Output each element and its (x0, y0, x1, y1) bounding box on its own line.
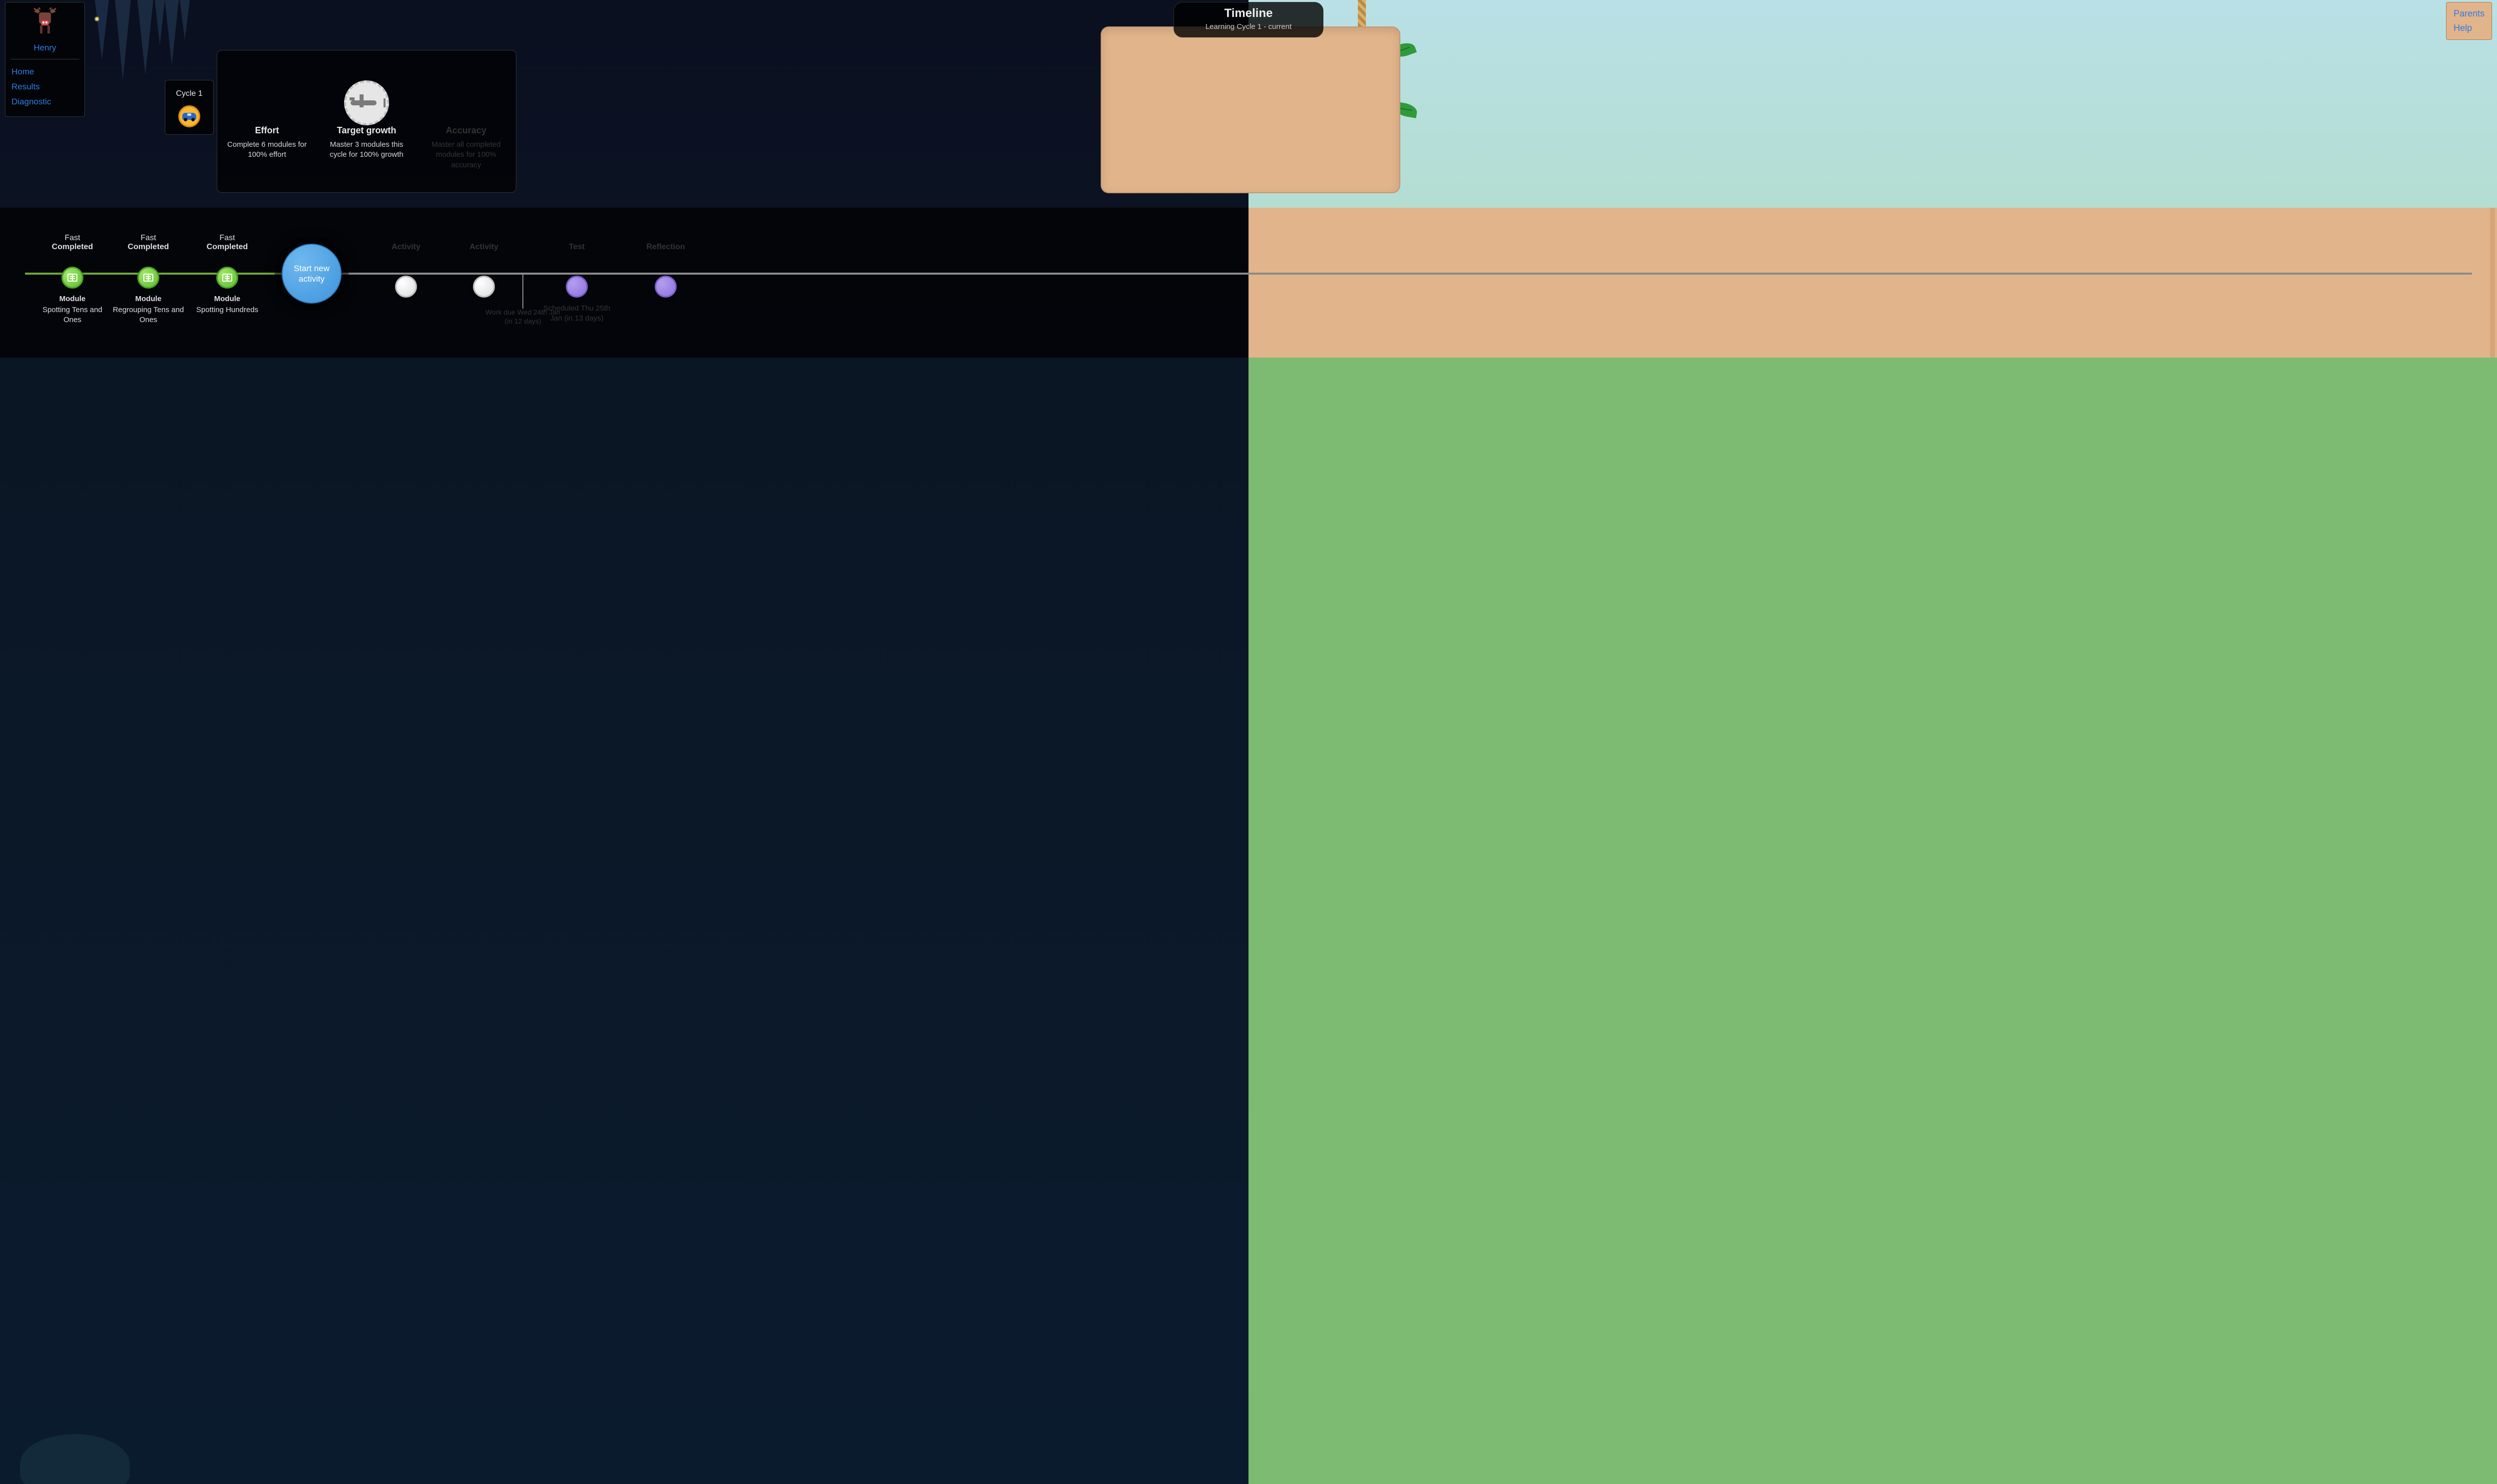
link-help[interactable]: Help (2454, 21, 2485, 35)
stalactite (180, 0, 190, 40)
goal-accuracy: Accuracy Master all completed modules fo… (416, 125, 516, 170)
book-icon (137, 267, 159, 289)
timeline-node-module-3[interactable]: FastCompleted Module Spotting Hundreds (190, 234, 265, 315)
scrollbar[interactable] (2490, 208, 2495, 358)
node-status-bold: Completed (190, 243, 265, 252)
stalactite (155, 0, 165, 45)
timeline-node-module-2[interactable]: FastCompleted Module Regrouping Tens and … (111, 234, 186, 325)
cycle-coin (178, 105, 200, 127)
node-type: Module (35, 295, 110, 303)
timeline-node-activity-1[interactable]: Activity (369, 243, 443, 298)
sidebar: Henry Home Results Diagnostic (5, 2, 85, 117)
node-type: Module (111, 295, 186, 303)
rope (1358, 0, 1366, 30)
node-status-bold: Completed (35, 243, 110, 252)
cycle-chip[interactable]: Cycle 1 (165, 80, 214, 135)
node-status: Fast (35, 234, 110, 243)
sparkle (95, 17, 99, 21)
goal-accuracy-title: Accuracy (423, 125, 509, 136)
node-title: Spotting Tens and Ones (35, 305, 110, 325)
book-icon (216, 267, 238, 289)
due-marker (522, 274, 523, 309)
goals-card: Effort Complete 6 modules for 100% effor… (217, 50, 516, 193)
goal-growth: Target growth Master 3 modules this cycl… (317, 125, 416, 170)
node-label: Activity (369, 243, 443, 252)
node-status: Fast (190, 234, 265, 243)
timeline-node-test[interactable]: Test Scheduled Thu 25th Jan (in 13 days) (539, 243, 614, 323)
timeline-node-reflection[interactable]: Reflection (628, 243, 703, 298)
node-title: Spotting Hundreds (190, 305, 265, 315)
rock (20, 1434, 130, 1484)
scroll-card (1101, 13, 1400, 193)
target-icon (344, 80, 389, 125)
plane-icon (351, 96, 383, 109)
stalactite (137, 0, 153, 75)
node-type: Module (190, 295, 265, 303)
start-label: Start new activity (283, 263, 341, 285)
timeline-header: Timeline Learning Cycle 1 - current (1174, 2, 1323, 37)
stalactite (165, 0, 179, 65)
timeline-band: FastCompleted ModuleSpotting Tens and On… (0, 208, 2497, 358)
top-links: Parents Help (2446, 2, 2492, 40)
node-status-bold: Completed (111, 243, 186, 252)
node-label: Test (539, 243, 614, 252)
goal-accuracy-desc: Master all completed modules for 100% ac… (423, 140, 509, 170)
avatar (10, 7, 79, 41)
activity-dot (473, 276, 495, 298)
stalactite (95, 0, 109, 60)
start-new-activity-button[interactable]: Start new activity (282, 244, 342, 304)
goal-effort-desc: Complete 6 modules for 100% effort (224, 140, 310, 160)
node-schedule: Scheduled Thu 25th Jan (in 13 days) (539, 304, 614, 323)
node-label: Reflection (628, 243, 703, 252)
nav-results[interactable]: Results (10, 79, 79, 94)
goal-growth-desc: Master 3 modules this cycle for 100% gro… (324, 140, 409, 160)
link-parents[interactable]: Parents (2454, 6, 2485, 21)
timeline-node-module-1[interactable]: FastCompleted Module Spotting Tens and On… (35, 234, 110, 325)
bottom-scenery (0, 358, 2497, 1484)
moose-icon (30, 7, 60, 37)
goal-effort-title: Effort (224, 125, 310, 136)
timeline-title: Timeline (1179, 6, 1318, 20)
stalactite (115, 0, 131, 80)
node-label: Activity (446, 243, 521, 252)
car-icon (182, 113, 196, 120)
goal-growth-title: Target growth (324, 125, 409, 136)
cycle-label: Cycle 1 (165, 89, 213, 98)
node-title: Regrouping Tens and Ones (111, 305, 186, 325)
goal-effort: Effort Complete 6 modules for 100% effor… (217, 125, 317, 170)
activity-dot (395, 276, 417, 298)
timeline-subtitle: Learning Cycle 1 - current (1179, 22, 1318, 31)
node-status: Fast (111, 234, 186, 243)
book-icon (61, 267, 83, 289)
nav-diagnostic[interactable]: Diagnostic (10, 94, 79, 109)
user-name[interactable]: Henry (10, 41, 79, 59)
nav-home[interactable]: Home (10, 64, 79, 79)
reflection-dot (655, 276, 677, 298)
timeline-node-activity-2[interactable]: Activity (446, 243, 521, 298)
test-dot (566, 276, 588, 298)
